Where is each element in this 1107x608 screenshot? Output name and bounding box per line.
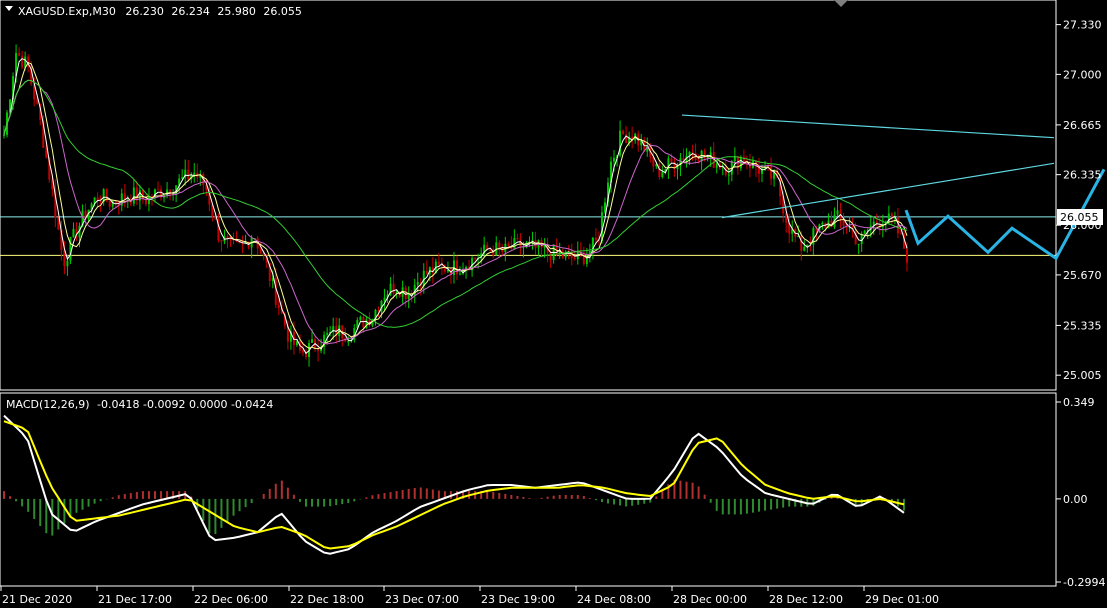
candle-body xyxy=(613,157,616,162)
candle-body xyxy=(622,130,625,135)
candle-body xyxy=(857,244,860,246)
candle-body xyxy=(311,339,314,343)
candle-body xyxy=(141,190,144,199)
price-tick-label: 26.665 xyxy=(1063,119,1102,132)
candle-body xyxy=(359,317,362,320)
time-tick-label: 23 Dec 07:00 xyxy=(385,593,459,606)
price-tick-label: 25.670 xyxy=(1063,269,1102,282)
candle-body xyxy=(72,228,75,238)
candle-body xyxy=(459,273,462,275)
candle-body xyxy=(905,248,908,263)
dropdown-triangle-icon[interactable] xyxy=(5,6,13,11)
candle-body xyxy=(715,163,718,168)
candle-body xyxy=(549,252,552,260)
trendline xyxy=(681,114,1055,139)
candle-body xyxy=(383,297,386,301)
candle-body xyxy=(416,282,419,285)
macd-panel-frame xyxy=(0,392,1057,587)
price-tick-label: 25.005 xyxy=(1063,369,1102,382)
candle-body xyxy=(347,341,350,343)
candle-body xyxy=(594,237,597,241)
candle-body xyxy=(691,151,694,154)
price-tick-label: 25.335 xyxy=(1063,319,1102,332)
time-tick-label: 23 Dec 19:00 xyxy=(481,593,555,606)
candle-body xyxy=(573,257,576,260)
candle-body xyxy=(899,233,902,235)
candle-body xyxy=(507,243,510,247)
candle-body xyxy=(108,200,111,207)
time-tick-label: 21 Dec 2020 xyxy=(2,593,72,606)
candle-body xyxy=(697,159,700,162)
candle-body xyxy=(193,172,196,176)
candle-body xyxy=(603,202,606,213)
candle-body xyxy=(301,350,304,353)
macd-indicator xyxy=(3,414,905,555)
candle-body xyxy=(863,230,866,234)
candle-body xyxy=(658,164,661,178)
candle-body xyxy=(99,200,102,202)
time-tick-label: 21 Dec 17:00 xyxy=(98,593,172,606)
candle-body xyxy=(425,270,428,275)
candle-body xyxy=(259,248,262,253)
time-tick-label: 22 Dec 06:00 xyxy=(194,593,268,606)
candle-body xyxy=(498,242,501,248)
candle-body xyxy=(18,53,21,56)
price-tick-label: 26.335 xyxy=(1063,169,1102,182)
time-axis: 21 Dec 2020 21 Dec 17:00 22 Dec 06:00 22 De… xyxy=(0,586,939,606)
candle-body xyxy=(836,210,839,215)
candle-body xyxy=(157,189,160,191)
macd-main-line xyxy=(3,414,905,555)
time-tick-label: 28 Dec 00:00 xyxy=(673,593,747,606)
macd-signal-line xyxy=(3,420,905,550)
candle-body xyxy=(220,240,223,242)
candle-body xyxy=(489,249,492,251)
macd-tick-label: 0.349 xyxy=(1063,396,1095,409)
candle-body xyxy=(392,283,395,294)
candle-body xyxy=(66,260,69,267)
price-tick-label: 27.000 xyxy=(1063,68,1102,81)
ma-violet-line xyxy=(3,79,908,345)
trading-chart[interactable]: XAGUSD.Exp,M30 26.230 26.234 25.980 26.0… xyxy=(0,0,1107,608)
candle-body xyxy=(135,187,138,201)
candle-body xyxy=(21,55,24,68)
price-axis: 27.33027.00026.66526.33526.00025.67025.3… xyxy=(1056,19,1102,382)
candle-body xyxy=(661,172,664,178)
candlesticks xyxy=(3,44,908,367)
candle-body xyxy=(516,238,519,240)
candle-body xyxy=(821,222,824,225)
candle-body xyxy=(896,217,899,234)
macd-tick-label: -0.2994 xyxy=(1063,576,1105,589)
chart-canvas[interactable]: XAGUSD.Exp,M30 26.230 26.234 25.980 26.0… xyxy=(0,0,1107,608)
candle-body xyxy=(3,134,5,136)
symbol-label: XAGUSD.Exp,M30 26.230 26.234 25.980 26.0… xyxy=(18,5,302,18)
time-tick-label: 28 Dec 12:00 xyxy=(769,593,843,606)
current-price-box: 26.055 xyxy=(1057,209,1103,225)
candle-body xyxy=(456,260,458,275)
price-tick-label: 27.330 xyxy=(1063,19,1102,32)
main-panel-frame xyxy=(0,0,1057,391)
scroll-marker-icon[interactable] xyxy=(834,0,848,7)
candle-body xyxy=(132,187,135,204)
candle-body xyxy=(187,169,190,180)
candle-body xyxy=(24,56,27,68)
candle-body xyxy=(241,243,244,245)
macd-tick-label: 0.00 xyxy=(1063,493,1088,506)
candle-body xyxy=(326,333,329,335)
time-tick-label: 24 Dec 08:00 xyxy=(577,593,651,606)
macd-axis: 0.349 0.00 -0.2994 xyxy=(1056,396,1105,589)
time-tick-label: 22 Dec 18:00 xyxy=(290,593,364,606)
candle-body xyxy=(362,317,365,328)
candle-body xyxy=(474,258,477,260)
candle-body xyxy=(670,158,673,163)
candle-body xyxy=(277,304,280,309)
current-price-label: 26.055 xyxy=(1060,211,1099,224)
candle-body xyxy=(770,166,773,179)
candle-body xyxy=(437,261,440,265)
candle-body xyxy=(727,174,730,176)
candle-body xyxy=(803,246,806,251)
time-tick-label: 29 Dec 01:00 xyxy=(865,593,939,606)
macd-label: MACD(12,26,9) -0.0418 -0.0092 0.0000 -0.… xyxy=(6,398,273,411)
